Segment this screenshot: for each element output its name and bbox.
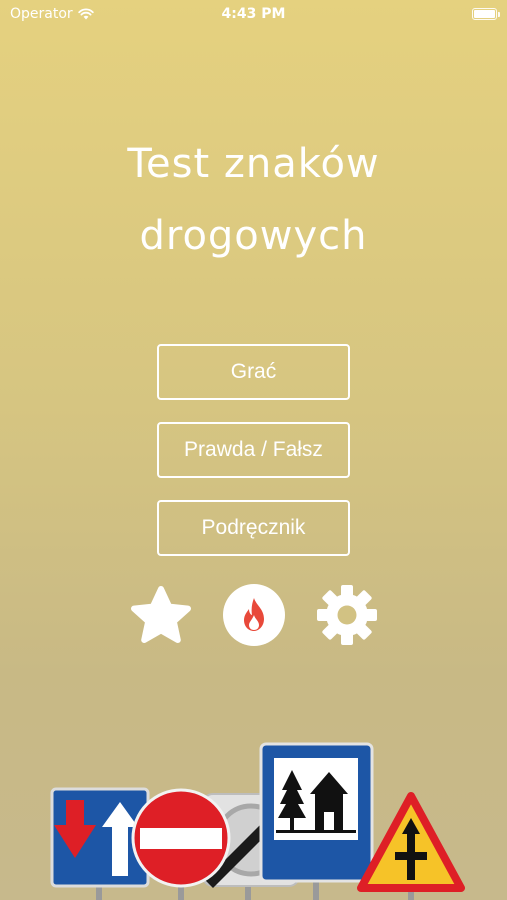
star-icon — [131, 586, 191, 643]
hostel-sign — [259, 742, 374, 883]
app-title-line-1: Test znaków — [127, 141, 380, 187]
true-false-button[interactable]: Prawda / Fałsz — [157, 422, 350, 478]
app-title: Test znaków drogowych — [0, 128, 507, 272]
battery-icon — [472, 8, 500, 20]
battery-level — [474, 10, 495, 18]
app-title-line-2: drogowych — [139, 213, 368, 259]
road-signs-illustration — [50, 742, 465, 900]
fire-icon — [244, 598, 264, 631]
gear-icon — [317, 585, 377, 645]
favorites-button[interactable] — [130, 584, 192, 646]
status-time: 4:43 PM — [221, 6, 286, 22]
handbook-button[interactable]: Podręcznik — [157, 500, 350, 556]
no-entry-sign — [131, 788, 231, 888]
settings-button[interactable] — [316, 584, 378, 646]
streak-button[interactable] — [223, 584, 285, 646]
play-button[interactable]: Grać — [157, 344, 350, 400]
fire-badge — [223, 584, 285, 646]
crossroads-warning-sign — [357, 792, 465, 892]
status-bar: Operator 4:43 PM — [0, 0, 507, 30]
